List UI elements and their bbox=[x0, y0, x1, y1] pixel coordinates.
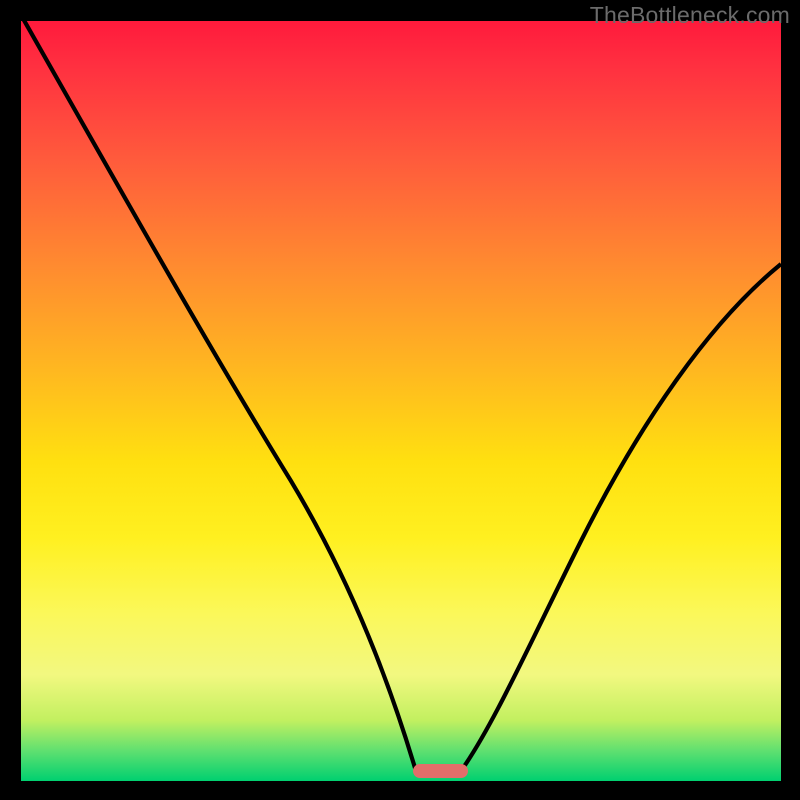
curve-right-branch bbox=[458, 264, 781, 775]
chart-frame: TheBottleneck.com bbox=[0, 0, 800, 800]
curve-left-branch bbox=[21, 21, 422, 775]
plot-area bbox=[21, 21, 781, 781]
watermark-text: TheBottleneck.com bbox=[590, 2, 790, 29]
bottleneck-curve bbox=[21, 21, 781, 781]
bottleneck-marker bbox=[413, 764, 468, 778]
